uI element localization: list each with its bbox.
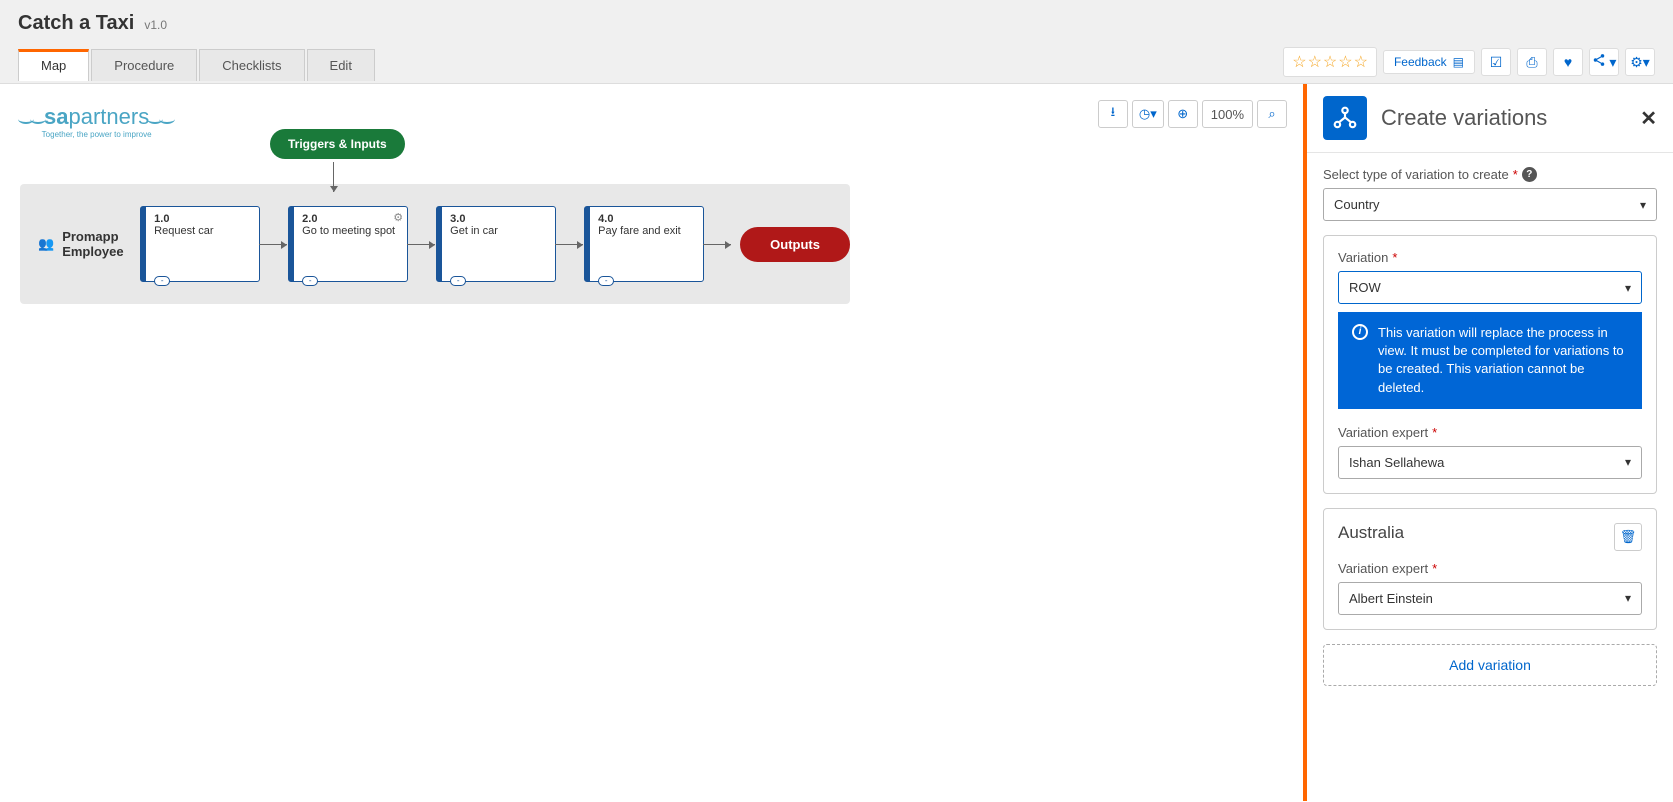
step-expand-icon[interactable]: -	[598, 276, 614, 286]
gear-icon: ⚙▾	[1630, 54, 1650, 71]
zoom-fit-button[interactable]: ⌕	[1257, 100, 1287, 128]
variation-select[interactable]: ROW ▾	[1338, 271, 1642, 304]
clock-icon: ◷▾	[1139, 106, 1157, 122]
required-marker: *	[1432, 561, 1437, 576]
print-button[interactable]: ⎙	[1517, 48, 1547, 76]
feedback-label: Feedback	[1394, 55, 1447, 69]
settings-button[interactable]: ⚙▾	[1625, 48, 1655, 76]
process-step[interactable]: 4.0 Pay fare and exit -	[584, 206, 704, 282]
star-icon: ☆	[1354, 52, 1368, 72]
star-icon: ☆	[1292, 52, 1306, 72]
triggers-inputs-node[interactable]: Triggers & Inputs	[270, 129, 405, 159]
variation-type-select[interactable]: Country ▾	[1323, 188, 1657, 221]
type-label: Select type of variation to create	[1323, 167, 1509, 182]
arrow-connector	[703, 244, 731, 245]
arrow-connector	[407, 244, 435, 245]
heart-icon: ♥	[1564, 54, 1572, 70]
tab-map[interactable]: Map	[18, 49, 89, 81]
chevron-down-icon: ▾	[1625, 591, 1631, 605]
arrow-connector	[555, 244, 583, 245]
info-icon: i	[1352, 324, 1368, 340]
close-button[interactable]: ✕	[1640, 106, 1657, 131]
download-icon: ⭳	[1111, 103, 1116, 125]
create-variations-panel: Create variations ✕ Select type of varia…	[1303, 84, 1673, 801]
gear-icon: ⚙	[393, 211, 403, 224]
chevron-down-icon: ▾	[1640, 198, 1646, 212]
chevron-down-icon: ▾	[1625, 455, 1631, 469]
star-icon: ☆	[1338, 52, 1352, 72]
panel-title: Create variations	[1381, 105, 1626, 131]
variation-expert-select[interactable]: Albert Einstein ▾	[1338, 582, 1642, 615]
zoom-in-icon: ⊕	[1177, 106, 1188, 122]
rating-stars[interactable]: ☆ ☆ ☆ ☆ ☆	[1283, 47, 1377, 77]
arrow-connector	[259, 244, 287, 245]
canvas-area: ⭳ ◷▾ ⊕ 100% ⌕ sapartners Together, the p…	[0, 84, 1303, 801]
canvas-toolbar: ⭳ ◷▾ ⊕ 100% ⌕	[1098, 100, 1287, 128]
page-header: Catch a Taxi v1.0 Map Procedure Checklis…	[0, 0, 1673, 84]
print-icon: ⎙	[1526, 54, 1537, 71]
info-banner: i This variation will replace the proces…	[1338, 312, 1642, 409]
help-icon[interactable]: ?	[1522, 167, 1537, 182]
search-icon: ⌕	[1268, 106, 1275, 122]
variation-name: Australia	[1338, 523, 1404, 543]
step-expand-icon[interactable]: -	[450, 276, 466, 286]
chat-icon: ▤	[1453, 55, 1464, 69]
share-button[interactable]: ▾	[1589, 48, 1619, 76]
process-step[interactable]: 1.0 Request car -	[140, 206, 260, 282]
expert-label: Variation expert	[1338, 425, 1428, 440]
variations-icon	[1323, 96, 1367, 140]
swimlane: 👥 Promapp Employee 1.0 Request car - 2.0…	[20, 184, 850, 304]
outputs-node[interactable]: Outputs	[740, 227, 850, 262]
required-marker: *	[1392, 250, 1397, 265]
process-step[interactable]: 2.0 Go to meeting spot ⚙ -	[288, 206, 408, 282]
approve-button[interactable]: ☑	[1481, 48, 1511, 76]
feedback-button[interactable]: Feedback ▤	[1383, 50, 1475, 74]
tab-checklists[interactable]: Checklists	[199, 49, 304, 81]
step-expand-icon[interactable]: -	[302, 276, 318, 286]
zoom-in-button[interactable]: ⊕	[1168, 100, 1198, 128]
zoom-level: 100%	[1202, 100, 1253, 128]
variation-label: Variation	[1338, 250, 1388, 265]
users-icon: 👥	[38, 236, 54, 252]
required-marker: *	[1432, 425, 1437, 440]
expert-label: Variation expert	[1338, 561, 1428, 576]
version-label: v1.0	[144, 18, 167, 32]
history-button[interactable]: ◷▾	[1132, 100, 1164, 128]
tab-procedure[interactable]: Procedure	[91, 49, 197, 81]
star-icon: ☆	[1308, 52, 1322, 72]
page-title: Catch a Taxi	[18, 12, 134, 35]
step-expand-icon[interactable]: -	[154, 276, 170, 286]
star-icon: ☆	[1323, 52, 1337, 72]
delete-variation-button[interactable]: 🗑	[1614, 523, 1642, 551]
main-content: ⭳ ◷▾ ⊕ 100% ⌕ sapartners Together, the p…	[0, 84, 1673, 801]
chevron-down-icon: ▾	[1625, 281, 1631, 295]
share-icon: ▾	[1592, 53, 1617, 71]
variation-expert-select[interactable]: Ishan Sellahewa ▾	[1338, 446, 1642, 479]
close-icon: ✕	[1640, 108, 1657, 130]
process-step[interactable]: 3.0 Get in car -	[436, 206, 556, 282]
arrow-connector	[333, 162, 334, 192]
trash-icon: 🗑	[1620, 529, 1637, 545]
required-marker: *	[1513, 167, 1518, 182]
toolbar-right: ☆ ☆ ☆ ☆ ☆ Feedback ▤ ☑ ⎙ ♥ ▾ ⚙▾	[1283, 47, 1655, 83]
download-button[interactable]: ⭳	[1098, 100, 1128, 128]
favorite-button[interactable]: ♥	[1553, 48, 1583, 76]
brand-logo: sapartners Together, the power to improv…	[20, 104, 173, 139]
swimlane-label: 👥 Promapp Employee	[20, 196, 140, 292]
add-variation-button[interactable]: Add variation	[1323, 644, 1657, 686]
tab-edit[interactable]: Edit	[307, 49, 375, 81]
tabs: Map Procedure Checklists Edit	[18, 49, 377, 81]
check-icon: ☑	[1490, 54, 1503, 71]
